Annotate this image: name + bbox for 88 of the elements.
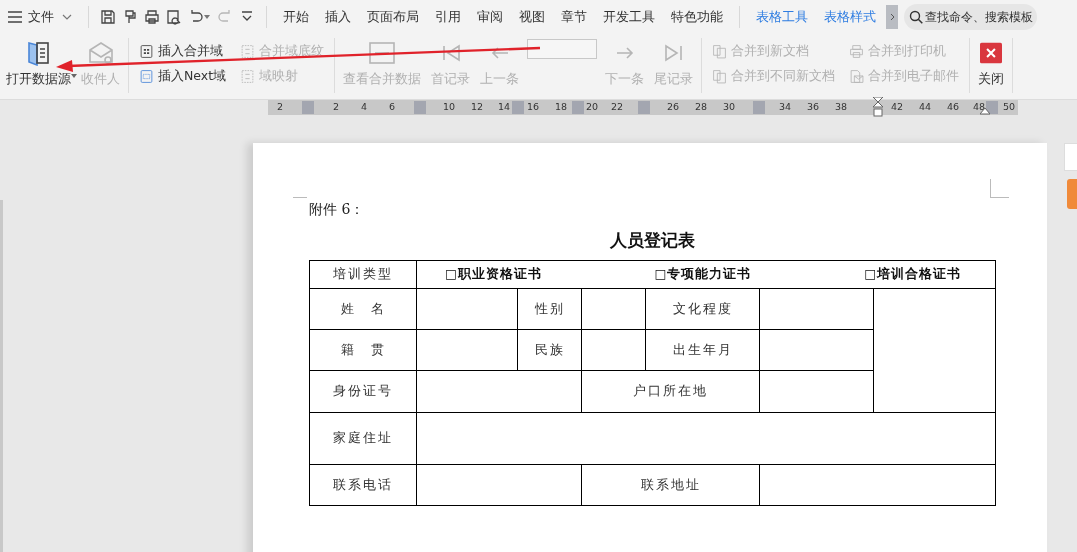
ruler-number: 34: [778, 101, 792, 112]
ruler-number: 20: [585, 101, 599, 112]
caret-icon[interactable]: [204, 15, 210, 19]
table-cell: 性别: [517, 288, 582, 330]
window-icon: [368, 40, 397, 66]
search-field[interactable]: 查找命令、搜索模板: [904, 4, 1037, 30]
ribbon-tab[interactable]: 特色功能: [671, 8, 723, 26]
ruler-number: 4: [361, 101, 367, 112]
ribbon-tab[interactable]: 表格工具: [756, 8, 808, 26]
certificate-option: □专项能力证书: [654, 266, 752, 283]
caret-icon[interactable]: [71, 74, 77, 78]
ruler-number: 50: [1002, 101, 1016, 112]
ribbon-tab[interactable]: 开始: [283, 8, 309, 26]
ribbon-button[interactable]: 打开数据源: [4, 38, 73, 90]
document-title: 人员登记表: [608, 229, 696, 252]
column-marker[interactable]: [302, 101, 314, 114]
ruler-number: 16: [526, 101, 540, 112]
ribbon-tab[interactable]: 插入: [325, 8, 351, 26]
table-cell: 家庭住址: [309, 412, 417, 465]
table-cell: 联系地址: [581, 464, 760, 506]
documents-icon: [712, 69, 728, 84]
margin-corner-mark: [990, 179, 1009, 198]
mapping-icon: [240, 69, 256, 84]
table-cell: 出生年月: [645, 329, 760, 371]
ruler-number: 44: [918, 101, 932, 112]
ruler-number: 26: [666, 101, 680, 112]
ruler-number: 18: [554, 101, 568, 112]
ribbon-button[interactable]: 插入Next域: [137, 65, 229, 88]
ribbon-tab[interactable]: 开发工具: [603, 8, 655, 26]
ruler-number: 6: [389, 101, 395, 112]
file-menu[interactable]: 文件: [28, 8, 54, 26]
ribbon-tab[interactable]: 引用: [435, 8, 461, 26]
table-cell: 户口所在地: [581, 370, 760, 413]
ruler-number: 28: [694, 101, 708, 112]
print-preview-icon[interactable]: [166, 9, 182, 25]
close-button[interactable]: 关闭: [976, 38, 1007, 90]
table-cell: 民族: [517, 329, 582, 371]
column-marker[interactable]: [512, 101, 524, 114]
ruler-number: 12: [470, 101, 484, 112]
close-icon: [980, 40, 1003, 66]
menu-icon[interactable]: [8, 11, 22, 23]
indent-marker[interactable]: [980, 108, 990, 116]
envelope-icon: [86, 40, 115, 66]
column-marker[interactable]: [572, 101, 584, 114]
undo-icon[interactable]: [188, 9, 204, 25]
table-cell: 身份证号: [309, 370, 417, 413]
column-marker[interactable]: [414, 101, 426, 114]
search-icon: [909, 10, 923, 24]
indent-marker[interactable]: [873, 97, 883, 117]
certificate-option: □培训合格证书: [864, 266, 961, 283]
ruler-number: 14: [497, 101, 511, 112]
dashed-frame-icon: [240, 44, 256, 59]
ruler-number: 2: [277, 101, 283, 112]
mail-document-icon: [849, 69, 865, 84]
grid-document-icon: [139, 44, 154, 59]
ruler-number: 2: [333, 101, 339, 112]
print-icon[interactable]: [144, 9, 160, 25]
ribbon-tab[interactable]: 章节: [561, 8, 587, 26]
ribbon-tab[interactable]: 页面布局: [367, 8, 419, 26]
chevron-icon: [889, 13, 895, 21]
table-cell: 文化程度: [645, 288, 760, 330]
ruler-number: 46: [946, 101, 960, 112]
ruler-number: 22: [610, 101, 624, 112]
ruler-number: 30: [722, 101, 736, 112]
ruler-number: 38: [834, 101, 848, 112]
printer-icon: [849, 44, 865, 59]
dashed-document-icon: [139, 69, 154, 84]
ribbon-tab[interactable]: 表格样式: [824, 8, 876, 26]
attachment-label: 附件 6：: [309, 201, 366, 219]
ruler-number: 42: [890, 101, 904, 112]
certificate-option: □职业资格证书: [445, 266, 542, 283]
column-marker[interactable]: [753, 101, 765, 114]
ruler-number: 36: [806, 101, 820, 112]
table-cell: 联系电话: [309, 464, 417, 506]
table-cell: 姓 名: [309, 288, 417, 330]
format-painter-icon[interactable]: [122, 9, 138, 25]
ruler-number: 48: [972, 101, 986, 112]
ribbon-tab[interactable]: 视图: [519, 8, 545, 26]
column-marker[interactable]: [638, 101, 650, 114]
chevron-icon[interactable]: [62, 14, 72, 20]
table-cell: [581, 329, 646, 371]
ribbon-button[interactable]: 插入合并域: [137, 40, 229, 63]
table-cell: 培训类型: [309, 260, 417, 289]
ribbon-tab[interactable]: 审阅: [477, 8, 503, 26]
ruler-number: 10: [442, 101, 456, 112]
documents-icon: [712, 44, 728, 59]
table-cell: 籍 贯: [309, 329, 417, 371]
save-icon[interactable]: [100, 9, 116, 25]
